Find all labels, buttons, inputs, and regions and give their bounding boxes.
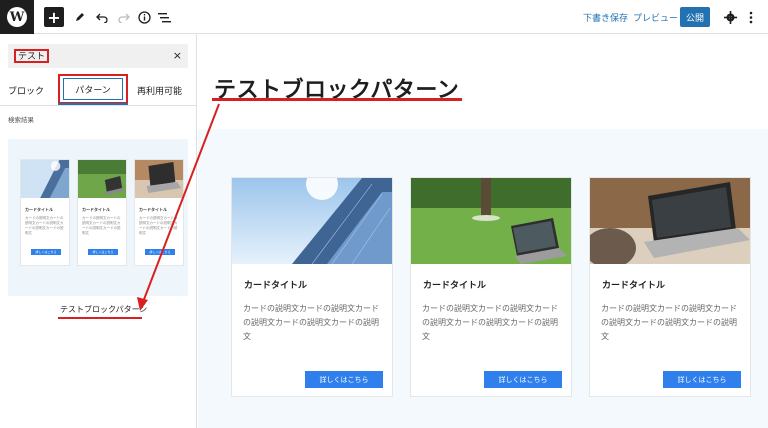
card-button[interactable]: 詳しくはこちら	[663, 371, 741, 388]
details-button[interactable]	[134, 7, 154, 27]
info-icon	[137, 10, 151, 24]
pencil-icon	[76, 13, 84, 21]
card-button[interactable]: 詳しくはこちら	[305, 371, 383, 388]
publish-button[interactable]: 公開	[680, 7, 710, 27]
gear-icon	[723, 10, 737, 24]
pattern-title[interactable]: テストブロックパターン	[60, 304, 147, 315]
card-title: カードタイトル	[244, 280, 308, 290]
mini-card-title: カードタイトル	[25, 207, 53, 212]
mini-card: カードタイトル カードの説明文カードの説明文カードの説明文カードの説明文カードの…	[134, 159, 184, 266]
pattern-preview[interactable]: カードタイトル カードの説明文カードの説明文カードの説明文カードの説明文カードの…	[8, 139, 188, 296]
block-inserter-panel: テスト × ブロック パターン 再利用可能 検索結果 カードタイトル カードの説…	[0, 34, 197, 428]
list-view-button[interactable]	[154, 7, 174, 27]
redo-icon	[118, 13, 130, 23]
settings-button[interactable]	[720, 7, 740, 27]
annotation-underline	[58, 317, 142, 319]
undo-button[interactable]	[92, 7, 112, 27]
annotation-underline	[212, 98, 462, 101]
card[interactable]: カードタイトル カードの説明文カードの説明文カードの説明文カードの説明文カードの…	[231, 177, 393, 397]
card[interactable]: カードタイトル カードの説明文カードの説明文カードの説明文カードの説明文カードの…	[589, 177, 751, 397]
mini-card-text: カードの説明文カードの説明文カードの説明文カードの説明文カードの説明文	[25, 216, 64, 235]
save-draft-button[interactable]: 下書き保存	[583, 11, 628, 24]
card-title: カードタイトル	[602, 280, 666, 290]
laptop-desk-photo	[590, 178, 750, 264]
undo-icon	[96, 13, 108, 23]
mini-card: カードタイトル カードの説明文カードの説明文カードの説明文カードの説明文カードの…	[20, 159, 70, 266]
mini-card-button: 詳しくはこちら	[145, 249, 175, 255]
options-button[interactable]	[741, 7, 761, 27]
card-text: カードの説明文カードの説明文カードの説明文カードの説明文カードの説明文	[243, 304, 379, 341]
mini-card-title: カードタイトル	[82, 207, 110, 212]
search-input-value[interactable]: テスト	[14, 49, 50, 63]
building-thumbnail	[21, 160, 69, 198]
tab-blocks[interactable]: ブロック	[8, 84, 44, 97]
more-vertical-icon	[749, 11, 753, 23]
editor-toolbar: W + 下書き保存 プレビュー 公開	[0, 0, 768, 34]
mini-card-button: 詳しくはこちら	[31, 249, 61, 255]
wordpress-logo-icon: W	[7, 7, 27, 27]
tab-reusable[interactable]: 再利用可能	[137, 84, 182, 97]
list-view-icon	[157, 12, 171, 22]
mini-card: カードタイトル カードの説明文カードの説明文カードの説明文カードの説明文カードの…	[77, 159, 127, 266]
card[interactable]: カードタイトル カードの説明文カードの説明文カードの説明文カードの説明文カードの…	[410, 177, 572, 397]
mini-card-text: カードの説明文カードの説明文カードの説明文カードの説明文カードの説明文	[139, 216, 178, 235]
close-icon[interactable]: ×	[173, 49, 182, 62]
mini-card-title: カードタイトル	[139, 207, 167, 212]
wordpress-logo-button[interactable]: W	[0, 0, 34, 34]
mini-card-text: カードの説明文カードの説明文カードの説明文カードの説明文カードの説明文	[82, 216, 121, 235]
card-text: カードの説明文カードの説明文カードの説明文カードの説明文カードの説明文	[601, 304, 737, 341]
block-inserter-toggle-button[interactable]: +	[44, 7, 64, 27]
laptop-on-grass-photo	[411, 178, 571, 264]
card-group[interactable]: カードタイトル カードの説明文カードの説明文カードの説明文カードの説明文カードの…	[198, 129, 768, 428]
tab-patterns[interactable]: パターン	[63, 78, 123, 100]
active-tab-indicator	[58, 103, 128, 105]
laptop-desk-thumbnail	[135, 160, 183, 198]
card-button[interactable]: 詳しくはこちら	[484, 371, 562, 388]
search-input[interactable]: テスト ×	[8, 44, 188, 68]
editor-canvas: テストブロックパターン カードタイトル カードの説明文カードの説明文カードの説明…	[198, 34, 768, 428]
inserter-tabs: ブロック パターン 再利用可能	[0, 74, 197, 106]
search-results-label: 検索結果	[8, 117, 34, 124]
building-photo	[232, 178, 392, 264]
mini-card-button: 詳しくはこちら	[88, 249, 118, 255]
edit-tools-button[interactable]	[70, 7, 90, 27]
preview-button[interactable]: プレビュー	[633, 11, 678, 24]
redo-button[interactable]	[114, 7, 134, 27]
card-text: カードの説明文カードの説明文カードの説明文カードの説明文カードの説明文	[422, 304, 558, 341]
card-title: カードタイトル	[423, 280, 487, 290]
laptop-on-grass-thumbnail	[78, 160, 126, 198]
